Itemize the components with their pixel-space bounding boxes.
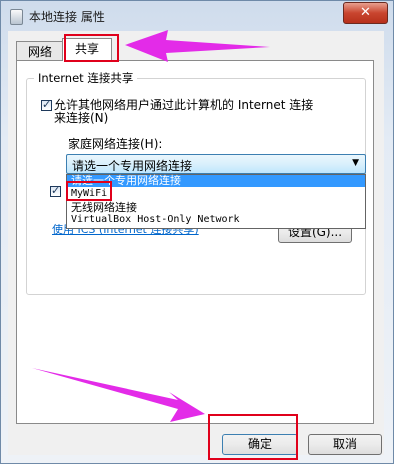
highlight-box-sharing-tab (64, 34, 119, 62)
allow-control-checkbox[interactable] (50, 184, 61, 197)
window-title: 本地连接 属性 (29, 10, 105, 24)
highlight-box-mywifi (66, 181, 112, 201)
tab-network[interactable]: 网络 (16, 41, 64, 61)
home-network-label: 家庭网络连接(H): (68, 137, 163, 151)
dropdown-option[interactable]: 无线网络连接 (67, 202, 365, 214)
dropdown-option[interactable]: VirtualBox Host-Only Network (67, 214, 365, 226)
home-network-select[interactable]: 请选一个专用网络连接 ▼ (66, 154, 366, 174)
client-area: 网络 共享 Internet 连接共享 允许其他网络用户通过此计算机的 Inte… (8, 31, 384, 455)
highlight-box-ok-button (208, 414, 298, 460)
network-adapter-icon (10, 9, 23, 25)
allow-sharing-label: 允许其他网络用户通过此计算机的 Internet 连接 来连接(N) (54, 99, 354, 125)
group-title: Internet 连接共享 (34, 70, 138, 86)
allow-sharing-label-line2: 来连接(N) (54, 111, 109, 125)
allow-sharing-checkbox[interactable] (41, 98, 52, 111)
chevron-down-icon[interactable]: ▼ (352, 158, 359, 168)
close-button[interactable]: ✕ (343, 2, 388, 24)
title-bar: 本地连接 属性 ✕ (1, 1, 393, 31)
home-network-select-value: 请选一个专用网络连接 (72, 159, 193, 173)
cancel-button[interactable]: 取消 (308, 434, 382, 455)
